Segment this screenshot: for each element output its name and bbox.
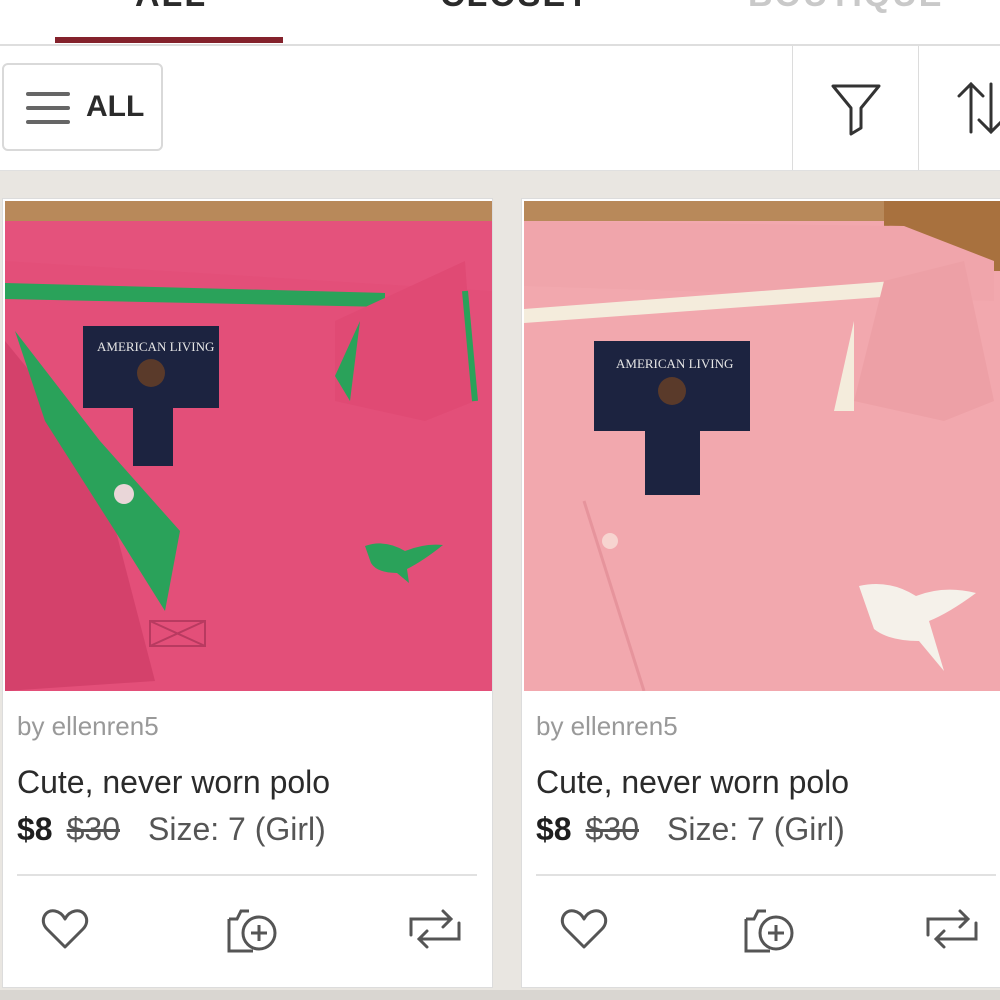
hamburger-icon bbox=[26, 92, 70, 124]
original-price: $30 bbox=[585, 811, 639, 847]
share-icon bbox=[409, 909, 461, 949]
funnel-icon bbox=[831, 84, 881, 136]
category-all-button[interactable]: ALL bbox=[2, 63, 163, 151]
heart-icon bbox=[560, 909, 608, 949]
like-button[interactable] bbox=[556, 901, 612, 957]
add-to-bundle-button[interactable] bbox=[736, 901, 794, 957]
add-to-bundle-button[interactable] bbox=[219, 901, 277, 957]
tab-bar: ALL CLOSET BOUTIQUE bbox=[0, 0, 1000, 46]
heart-icon bbox=[41, 909, 89, 949]
tab-closet[interactable]: CLOSET bbox=[440, 0, 590, 15]
like-button[interactable] bbox=[37, 901, 93, 957]
sort-button[interactable] bbox=[919, 46, 1000, 170]
listing-card[interactable]: AMERICAN LIVING by ellenren5 Cute, never… bbox=[521, 198, 1000, 988]
filter-bar: ALL bbox=[0, 46, 1000, 171]
listing-photo-pink-polo[interactable]: AMERICAN LIVING bbox=[5, 201, 492, 691]
original-price: $30 bbox=[66, 811, 120, 847]
price: $8 bbox=[536, 811, 572, 847]
listing-title[interactable]: Cute, never worn polo bbox=[17, 764, 330, 801]
active-tab-indicator bbox=[55, 37, 283, 43]
size-label: Size: 7 (Girl) bbox=[666, 811, 845, 847]
next-row-peek bbox=[0, 990, 1000, 1000]
tab-all[interactable]: ALL bbox=[135, 0, 207, 15]
share-icon bbox=[926, 909, 978, 949]
add-to-bundle-icon bbox=[744, 909, 794, 953]
share-button[interactable] bbox=[920, 901, 978, 957]
category-all-label: ALL bbox=[86, 90, 145, 123]
price: $8 bbox=[17, 811, 53, 847]
size-label: Size: 7 (Girl) bbox=[147, 811, 326, 847]
listing-title[interactable]: Cute, never worn polo bbox=[536, 764, 849, 801]
sort-arrows-icon bbox=[957, 81, 1000, 135]
divider bbox=[536, 874, 996, 876]
seller-name[interactable]: by ellenren5 bbox=[536, 711, 678, 742]
price-row: $8 $30 Size: 7 (Girl) bbox=[536, 811, 845, 848]
tab-boutique[interactable]: BOUTIQUE bbox=[748, 0, 943, 15]
add-to-bundle-icon bbox=[227, 909, 277, 953]
share-button[interactable] bbox=[403, 901, 461, 957]
listing-card[interactable]: AMERICAN LIVING by ellenren5 Cute, never… bbox=[2, 198, 493, 988]
listing-photo-light-pink-polo[interactable]: AMERICAN LIVING bbox=[524, 201, 1000, 691]
svg-text:AMERICAN LIVING: AMERICAN LIVING bbox=[616, 356, 733, 371]
divider bbox=[17, 874, 477, 876]
filter-button[interactable] bbox=[793, 46, 918, 170]
seller-name[interactable]: by ellenren5 bbox=[17, 711, 159, 742]
price-row: $8 $30 Size: 7 (Girl) bbox=[17, 811, 326, 848]
svg-text:AMERICAN LIVING: AMERICAN LIVING bbox=[97, 339, 214, 354]
